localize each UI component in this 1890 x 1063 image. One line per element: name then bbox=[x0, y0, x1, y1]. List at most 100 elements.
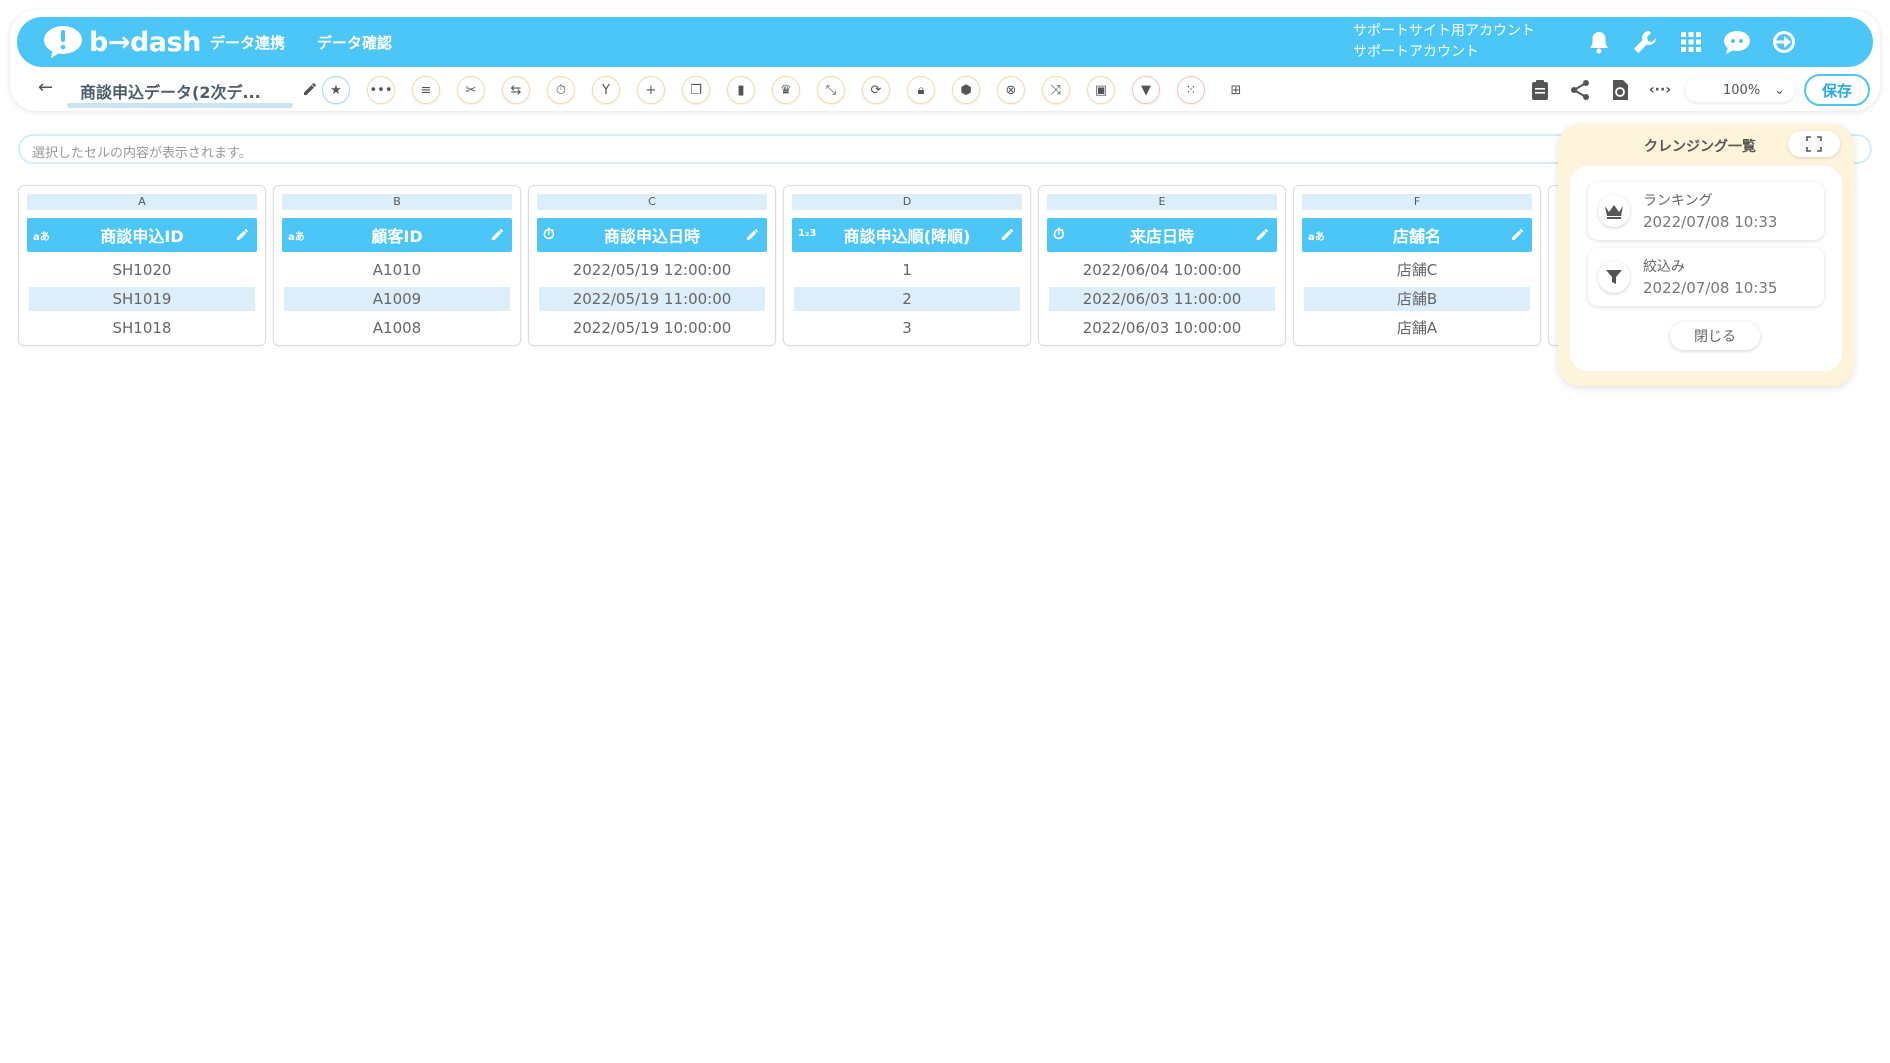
convert-icon[interactable]: ⤨ bbox=[1042, 76, 1070, 104]
column-name: 商談申込ID bbox=[100, 227, 184, 246]
filter-icon[interactable]: ▼ bbox=[1132, 76, 1160, 104]
table-cell[interactable]: A1010 bbox=[284, 258, 510, 282]
column-header[interactable]: 1₂3 商談申込順(降順) bbox=[792, 218, 1022, 252]
column-header[interactable]: ⏱ 来店日時 bbox=[1047, 218, 1277, 252]
column-name: 顧客ID bbox=[371, 227, 423, 246]
column-name: 商談申込日時 bbox=[603, 227, 700, 246]
merge-icon[interactable]: ⇆ bbox=[502, 76, 530, 104]
pencil-icon[interactable] bbox=[1000, 227, 1015, 242]
swap-icon[interactable]: ⟳ bbox=[862, 76, 890, 104]
column-letter: A bbox=[27, 194, 257, 210]
grid-dots-icon[interactable]: ⁙ bbox=[1177, 76, 1205, 104]
table-cell[interactable]: 店舗C bbox=[1304, 258, 1530, 282]
frame-icon[interactable]: ▣ bbox=[1087, 76, 1115, 104]
table-cell[interactable]: 2022/06/04 10:00:00 bbox=[1049, 258, 1275, 282]
table-cell[interactable]: A1008 bbox=[284, 316, 510, 340]
table-cell[interactable]: 2022/05/19 12:00:00 bbox=[539, 258, 765, 282]
logo-text: b→dash bbox=[89, 26, 201, 58]
table-cell[interactable]: 2022/06/03 11:00:00 bbox=[1049, 287, 1275, 311]
back-arrow-icon[interactable]: ← bbox=[38, 77, 53, 98]
table-cell[interactable]: 2022/05/19 11:00:00 bbox=[539, 287, 765, 311]
share-icon[interactable] bbox=[1567, 77, 1593, 103]
column-header[interactable]: aあ 店舗名 bbox=[1302, 218, 1532, 252]
table-cell[interactable]: 2 bbox=[794, 287, 1020, 311]
top-nav-bar: b→dash データ連携 データ確認 サポートサイト用アカウント サポートアカウ… bbox=[17, 17, 1873, 67]
zoom-value: 100% bbox=[1723, 82, 1761, 98]
column-header[interactable]: aあ 顧客ID bbox=[282, 218, 512, 252]
cut-icon[interactable]: ✂ bbox=[457, 76, 485, 104]
timer-icon[interactable]: ⏱ bbox=[547, 76, 575, 104]
crown-icon[interactable]: ♛ bbox=[772, 76, 800, 104]
more-icon[interactable]: ••• bbox=[367, 76, 395, 104]
table-icon[interactable]: ⊞ bbox=[1222, 76, 1250, 104]
pencil-icon[interactable] bbox=[1255, 227, 1270, 242]
expand-icon[interactable] bbox=[1788, 131, 1840, 157]
trash-icon[interactable]: ▮ bbox=[727, 76, 755, 104]
cleansing-entry-filter[interactable]: 絞込み 2022/07/08 10:35 bbox=[1588, 248, 1824, 306]
chatbot-icon[interactable] bbox=[1722, 27, 1752, 57]
account-site-name: サポートサイト用アカウント bbox=[1353, 23, 1535, 39]
column-header[interactable]: aあ 商談申込ID bbox=[27, 218, 257, 252]
box-icon[interactable]: ⬢ bbox=[952, 76, 980, 104]
column-a[interactable]: A aあ 商談申込ID SH1020 SH1019 SH1018 bbox=[18, 185, 266, 346]
table-cell[interactable]: 3 bbox=[794, 316, 1020, 340]
column-letter: F bbox=[1302, 194, 1532, 210]
table-cell[interactable]: SH1020 bbox=[29, 258, 255, 282]
code-icon[interactable]: ‹··› bbox=[1647, 77, 1673, 103]
table-cell[interactable]: 1 bbox=[794, 258, 1020, 282]
star-icon[interactable]: ★ bbox=[322, 76, 350, 104]
pencil-icon[interactable] bbox=[490, 227, 505, 242]
pencil-icon[interactable] bbox=[235, 227, 250, 242]
table-cell[interactable]: SH1018 bbox=[29, 316, 255, 340]
column-letter: C bbox=[537, 194, 767, 210]
table-cell[interactable]: 2022/06/03 10:00:00 bbox=[1049, 316, 1275, 340]
datetime-type-icon: ⏱ bbox=[1053, 225, 1065, 243]
text-type-icon: aあ bbox=[33, 232, 50, 243]
column-b[interactable]: B aあ 顧客ID A1010 A1009 A1008 bbox=[273, 185, 521, 346]
nav-data-check[interactable]: データ確認 bbox=[317, 32, 392, 53]
pencil-icon[interactable] bbox=[745, 227, 760, 242]
table-cell[interactable]: 店舗A bbox=[1304, 316, 1530, 340]
table-cell[interactable]: A1009 bbox=[284, 287, 510, 311]
column-c[interactable]: C ⏱ 商談申込日時 2022/05/19 12:00:00 2022/05/1… bbox=[528, 185, 776, 346]
bell-icon[interactable] bbox=[1584, 27, 1614, 57]
collapse-icon[interactable]: ⤡ bbox=[817, 76, 845, 104]
apps-grid-icon[interactable] bbox=[1676, 27, 1706, 57]
plus-icon[interactable]: + bbox=[637, 76, 665, 104]
account-info[interactable]: サポートサイト用アカウント サポートアカウント bbox=[1353, 21, 1535, 63]
column-header[interactable]: ⏱ 商談申込日時 bbox=[537, 218, 767, 252]
logo[interactable]: b→dash bbox=[43, 25, 201, 59]
nav-data-integration[interactable]: データ連携 bbox=[210, 32, 285, 53]
column-name: 店舗名 bbox=[1392, 227, 1441, 246]
number-type-icon: 1₂3 bbox=[798, 228, 817, 239]
entry-name: ランキング bbox=[1643, 193, 1713, 209]
text-type-icon: aあ bbox=[1308, 232, 1325, 243]
zoom-select[interactable]: 100% ⌄ bbox=[1685, 78, 1795, 102]
pencil-icon[interactable] bbox=[1510, 227, 1525, 242]
entry-name: 絞込み bbox=[1643, 259, 1685, 275]
account-user-name: サポートアカウント bbox=[1353, 44, 1479, 60]
list-icon[interactable]: ≡ bbox=[412, 76, 440, 104]
wrench-icon[interactable] bbox=[1630, 27, 1660, 57]
table-cell[interactable]: 店舗B bbox=[1304, 287, 1530, 311]
copy-icon[interactable]: ❐ bbox=[682, 76, 710, 104]
branch-icon[interactable]: Y bbox=[592, 76, 620, 104]
column-d[interactable]: D 1₂3 商談申込順(降順) 1 2 3 bbox=[783, 185, 1031, 346]
logout-icon[interactable] bbox=[1769, 27, 1799, 57]
pencil-icon[interactable] bbox=[302, 81, 318, 97]
cleansing-entry-ranking[interactable]: ランキング 2022/07/08 10:33 bbox=[1588, 182, 1824, 240]
table-cell[interactable]: SH1019 bbox=[29, 287, 255, 311]
history-icon[interactable] bbox=[1607, 77, 1633, 103]
lock-icon[interactable]: 🔒︎ bbox=[907, 76, 935, 104]
column-f[interactable]: F aあ 店舗名 店舗C 店舗B 店舗A bbox=[1293, 185, 1541, 346]
close-button[interactable]: 閉じる bbox=[1670, 322, 1760, 350]
text-type-icon: aあ bbox=[288, 232, 305, 243]
datetime-type-icon: ⏱ bbox=[543, 225, 555, 243]
clipboard-icon[interactable] bbox=[1527, 77, 1553, 103]
column-e[interactable]: E ⏱ 来店日時 2022/06/04 10:00:00 2022/06/03 … bbox=[1038, 185, 1286, 346]
table-cell[interactable]: 2022/05/19 10:00:00 bbox=[539, 316, 765, 340]
page-title[interactable]: 商談申込データ(2次デ... bbox=[80, 79, 261, 103]
editor-toolbar: ← 商談申込データ(2次デ... ★ ••• ≡ ✂ ⇆ ⏱ Y + ❐ ▮ ♛… bbox=[10, 67, 1880, 111]
save-button[interactable]: 保存 bbox=[1804, 74, 1870, 106]
close-circle-icon[interactable]: ⊗ bbox=[997, 76, 1025, 104]
